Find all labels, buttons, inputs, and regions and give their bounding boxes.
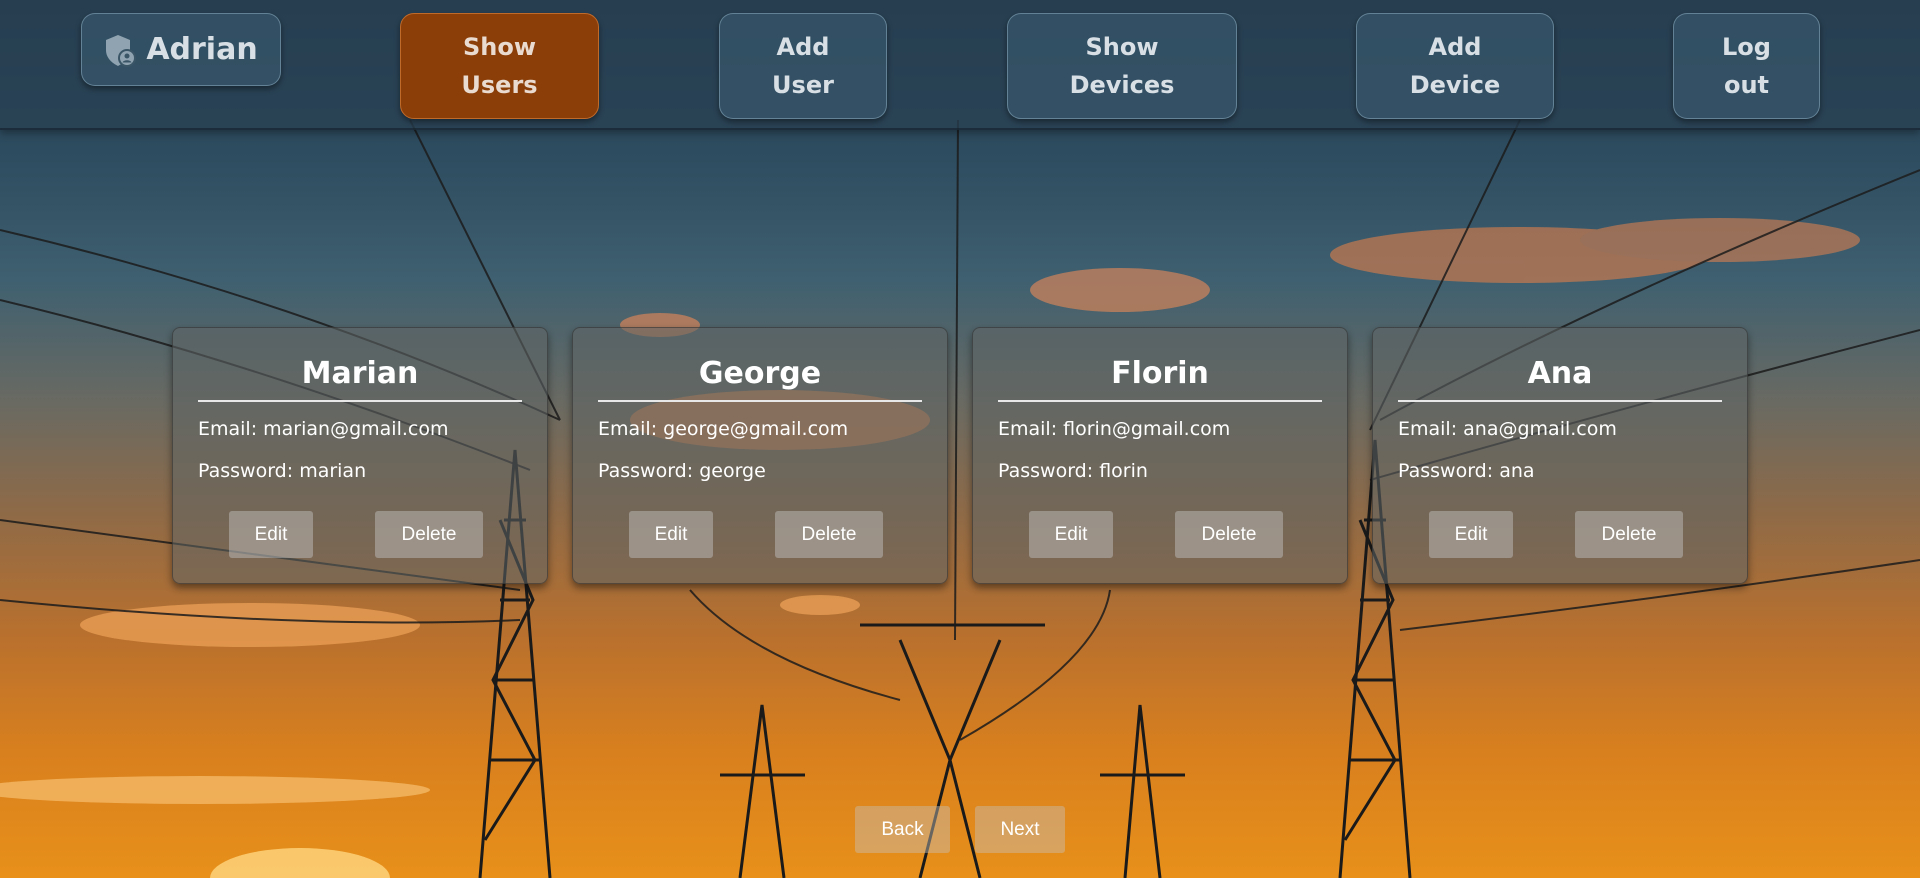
add-user-button[interactable]: Add User (719, 13, 887, 119)
shield-user-icon (106, 34, 137, 67)
user-email: Email: florin@gmail.com (998, 418, 1231, 440)
back-button[interactable]: Back (855, 806, 950, 853)
user-password: Password: ana (1398, 460, 1535, 482)
divider (598, 400, 922, 402)
user-name: Ana (1527, 356, 1593, 391)
edit-button[interactable]: Edit (1029, 511, 1113, 558)
delete-button[interactable]: Delete (375, 511, 483, 558)
add-device-button[interactable]: Add Device (1356, 13, 1554, 119)
user-card-ana: Ana Email: ana@gmail.com Password: ana E… (1372, 327, 1748, 584)
top-navbar: Adrian Show Users Add User Show Devices … (0, 0, 1920, 130)
user-name: Florin (1111, 356, 1209, 391)
delete-button[interactable]: Delete (1175, 511, 1283, 558)
divider (198, 400, 522, 402)
edit-button[interactable]: Edit (629, 511, 713, 558)
user-card-florin: Florin Email: florin@gmail.com Password:… (972, 327, 1348, 584)
brand-button[interactable]: Adrian (81, 13, 281, 86)
next-button[interactable]: Next (975, 806, 1065, 853)
logout-button[interactable]: Log out (1673, 13, 1820, 119)
user-email: Email: ana@gmail.com (1398, 418, 1617, 440)
user-name: George (698, 356, 822, 391)
show-users-button[interactable]: Show Users (400, 13, 599, 119)
divider (1398, 400, 1722, 402)
user-password: Password: george (598, 460, 766, 482)
show-devices-button[interactable]: Show Devices (1007, 13, 1237, 119)
user-card-george: George Email: george@gmail.com Password:… (572, 327, 948, 584)
delete-button[interactable]: Delete (775, 511, 883, 558)
user-password: Password: marian (198, 460, 367, 482)
user-email: Email: marian@gmail.com (198, 418, 449, 440)
delete-button[interactable]: Delete (1575, 511, 1683, 558)
edit-button[interactable]: Edit (229, 511, 313, 558)
edit-button[interactable]: Edit (1429, 511, 1513, 558)
brand-name: Adrian (146, 32, 258, 67)
user-name: Marian (301, 356, 419, 391)
user-card-marian: Marian Email: marian@gmail.com Password:… (172, 327, 548, 584)
divider (998, 400, 1322, 402)
user-password: Password: florin (998, 460, 1148, 482)
user-email: Email: george@gmail.com (598, 418, 849, 440)
